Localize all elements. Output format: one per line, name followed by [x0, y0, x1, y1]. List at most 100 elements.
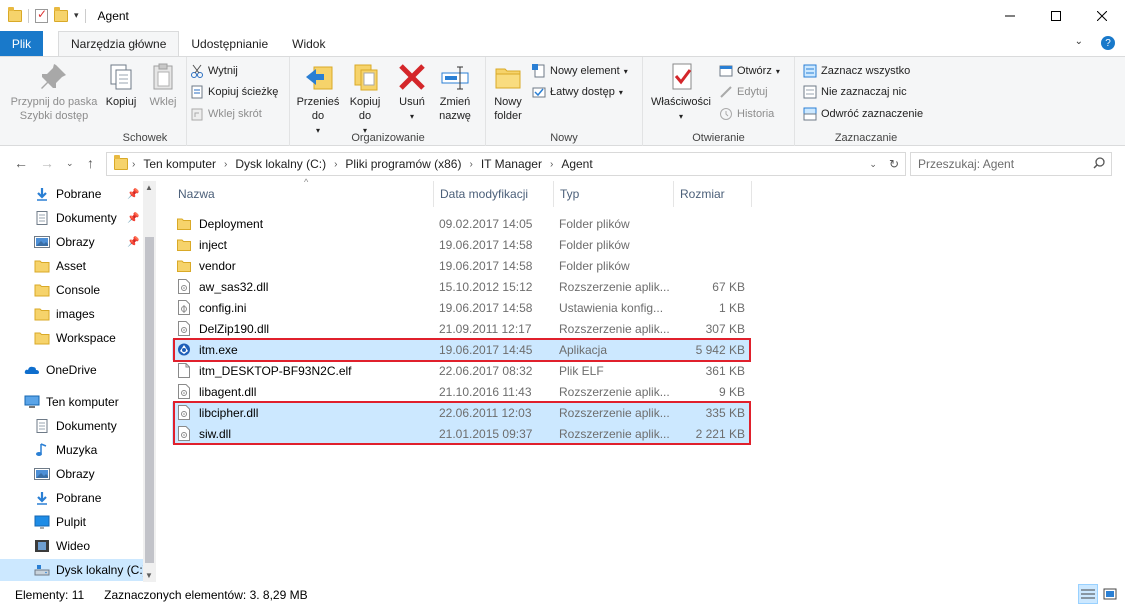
nav-item-label: Dokumenty: [56, 211, 117, 225]
nav-item-quick[interactable]: Obrazy 📌: [0, 231, 143, 253]
properties-icon[interactable]: [35, 7, 48, 23]
tab-view[interactable]: Widok: [280, 31, 337, 56]
forward-button[interactable]: →: [40, 155, 54, 171]
search-input[interactable]: Przeszukaj: Agent: [910, 152, 1112, 176]
nav-item-this-pc-child[interactable]: Dysk lokalny (C:): [0, 559, 143, 581]
edit-button[interactable]: Edytuj: [719, 85, 768, 99]
nav-item-this-pc-child[interactable]: Wideo: [0, 535, 143, 557]
config-file-icon: [177, 300, 191, 315]
nav-item-this-pc-child[interactable]: Obrazy: [0, 463, 143, 485]
breadcrumb-item[interactable]: Ten komputer: [139, 157, 220, 171]
column-header-size[interactable]: Rozmiar: [674, 181, 752, 207]
table-row[interactable]: aw_sas32.dll 15.10.2012 15:12 Rozszerzenie…: [172, 276, 750, 297]
column-header-name[interactable]: Nazwa ^: [172, 177, 434, 207]
nav-item-onedrive[interactable]: OneDrive: [0, 359, 143, 381]
group-clipboard-ext: [187, 57, 290, 146]
file-name-cell: aw_sas32.dll: [177, 276, 432, 297]
nav-item-this-pc-child[interactable]: Muzyka: [0, 439, 143, 461]
scroll-up-icon[interactable]: ▲: [145, 183, 153, 192]
new-item-button[interactable]: Nowy element ▾: [532, 64, 628, 78]
move-to-button[interactable]: Przenieś do ▾: [295, 61, 341, 138]
file-size: [672, 213, 745, 234]
details-view-button[interactable]: [1078, 584, 1098, 604]
file-date: 21.09.2011 12:17: [439, 321, 532, 336]
nav-item-quick[interactable]: Pobrane 📌: [0, 183, 143, 205]
pinned-icon: 📌: [127, 212, 140, 224]
large-icons-view-button[interactable]: [1100, 584, 1120, 604]
back-button[interactable]: ←: [14, 155, 28, 171]
expand-ribbon-chevron-icon[interactable]: ⌄: [1075, 36, 1083, 50]
history-button[interactable]: Historia: [719, 107, 774, 121]
address-history-chevron-icon[interactable]: ⌄: [863, 159, 883, 170]
new-folder-icon[interactable]: [54, 6, 68, 22]
rename-button[interactable]: Zmień nazwę: [435, 61, 475, 123]
address-bar[interactable]: › Ten komputer › Dysk lokalny (C:) › Pli…: [106, 152, 906, 176]
select-none-button[interactable]: Nie zaznaczaj nic: [803, 85, 907, 99]
copy-to-button[interactable]: Kopiuj do ▾: [343, 61, 387, 138]
table-row[interactable]: DelZip190.dll 21.09.2011 12:17 Rozszerzeni…: [172, 318, 750, 339]
move-to-label: Przenieś do: [296, 96, 340, 122]
table-row[interactable]: itm_DESKTOP-BF93N2C.elf 22.06.2017 08:32 P…: [172, 360, 750, 381]
nav-item-this-pc-child[interactable]: Pulpit: [0, 511, 143, 533]
tab-file[interactable]: Plik: [0, 31, 43, 56]
group-label-organize: Organizowanie: [351, 132, 425, 144]
copy-button[interactable]: Kopiuj: [103, 61, 139, 109]
help-icon[interactable]: ?: [1101, 36, 1115, 50]
open-button[interactable]: Otwórz ▾: [719, 64, 780, 78]
refresh-icon[interactable]: ↻: [883, 157, 905, 171]
customize-toolbar-chevron-icon[interactable]: ▾: [74, 10, 79, 21]
drive-icon: [34, 563, 50, 577]
nav-item-this-pc-child[interactable]: Dokumenty: [0, 415, 143, 437]
pin-quick-access-button[interactable]: Przypnij do paska Szybki dostęp: [6, 61, 102, 123]
delete-label: Usuń: [399, 96, 425, 108]
easy-access-icon: [532, 85, 546, 99]
invert-selection-button[interactable]: Odwróć zaznaczenie: [803, 107, 923, 121]
nav-item-this-pc[interactable]: Ten komputer: [0, 391, 143, 413]
nav-item-quick[interactable]: Workspace: [0, 327, 143, 349]
table-row[interactable]: libagent.dll 21.10.2016 11:43 Rozszerzenie…: [172, 381, 750, 402]
minimize-icon: [1005, 15, 1015, 16]
scrollbar-thumb[interactable]: [145, 237, 154, 563]
maximize-button[interactable]: [1033, 0, 1079, 31]
computer-icon: [24, 395, 40, 409]
file-date: 15.10.2012 15:12: [439, 279, 533, 294]
music-icon: [34, 443, 50, 457]
new-folder-button[interactable]: Nowy folder: [490, 61, 526, 123]
nav-item-label: Dysk lokalny (C:): [56, 563, 143, 577]
breadcrumb-item[interactable]: Agent: [557, 157, 596, 171]
recent-locations-chevron-icon[interactable]: ⌄: [66, 158, 74, 169]
close-button[interactable]: [1079, 0, 1125, 31]
breadcrumb-item[interactable]: Dysk lokalny (C:): [231, 157, 330, 171]
breadcrumb-item[interactable]: IT Manager: [477, 157, 546, 171]
column-header-date[interactable]: Data modyfikacji: [434, 181, 554, 207]
select-all-button[interactable]: Zaznacz wszystko: [803, 64, 910, 78]
column-header-type[interactable]: Typ: [554, 181, 674, 207]
file-name-cell: DelZip190.dll: [177, 318, 432, 339]
pinned-icon: 📌: [127, 188, 140, 200]
delete-button[interactable]: Usuń ▾: [393, 61, 431, 124]
documents-icon: [34, 419, 50, 433]
minimize-button[interactable]: [987, 0, 1033, 31]
easy-access-button[interactable]: Łatwy dostęp ▾: [532, 85, 623, 99]
nav-item-quick[interactable]: Console: [0, 279, 143, 301]
paste-button[interactable]: Wklej: [145, 61, 181, 109]
nav-item-quick[interactable]: images: [0, 303, 143, 325]
table-row[interactable]: Deployment 09.02.2017 14:05 Folder plików: [172, 213, 750, 234]
folder-icon: [8, 6, 22, 22]
tab-home[interactable]: Narzędzia główne: [58, 31, 180, 56]
table-row[interactable]: inject 19.06.2017 14:58 Folder plików: [172, 234, 750, 255]
nav-item-this-pc-child[interactable]: Pobrane: [0, 487, 143, 509]
select-all-icon: [803, 64, 817, 78]
file-name-cell: config.ini: [177, 297, 432, 318]
table-row[interactable]: config.ini 19.06.2017 14:58 Ustawienia kon…: [172, 297, 750, 318]
table-row[interactable]: vendor 19.06.2017 14:58 Folder plików: [172, 255, 750, 276]
breadcrumb-item[interactable]: Pliki programów (x86): [341, 157, 465, 171]
properties-button[interactable]: Właściwości ▾: [647, 61, 715, 124]
nav-scrollbar[interactable]: ▲ ▼: [143, 181, 156, 582]
scroll-down-icon[interactable]: ▼: [145, 571, 153, 580]
up-button[interactable]: ↑: [87, 155, 94, 171]
file-name: Deployment: [199, 216, 264, 231]
tab-share[interactable]: Udostępnianie: [179, 31, 280, 56]
nav-item-quick[interactable]: Asset: [0, 255, 143, 277]
nav-item-quick[interactable]: Dokumenty 📌: [0, 207, 143, 229]
